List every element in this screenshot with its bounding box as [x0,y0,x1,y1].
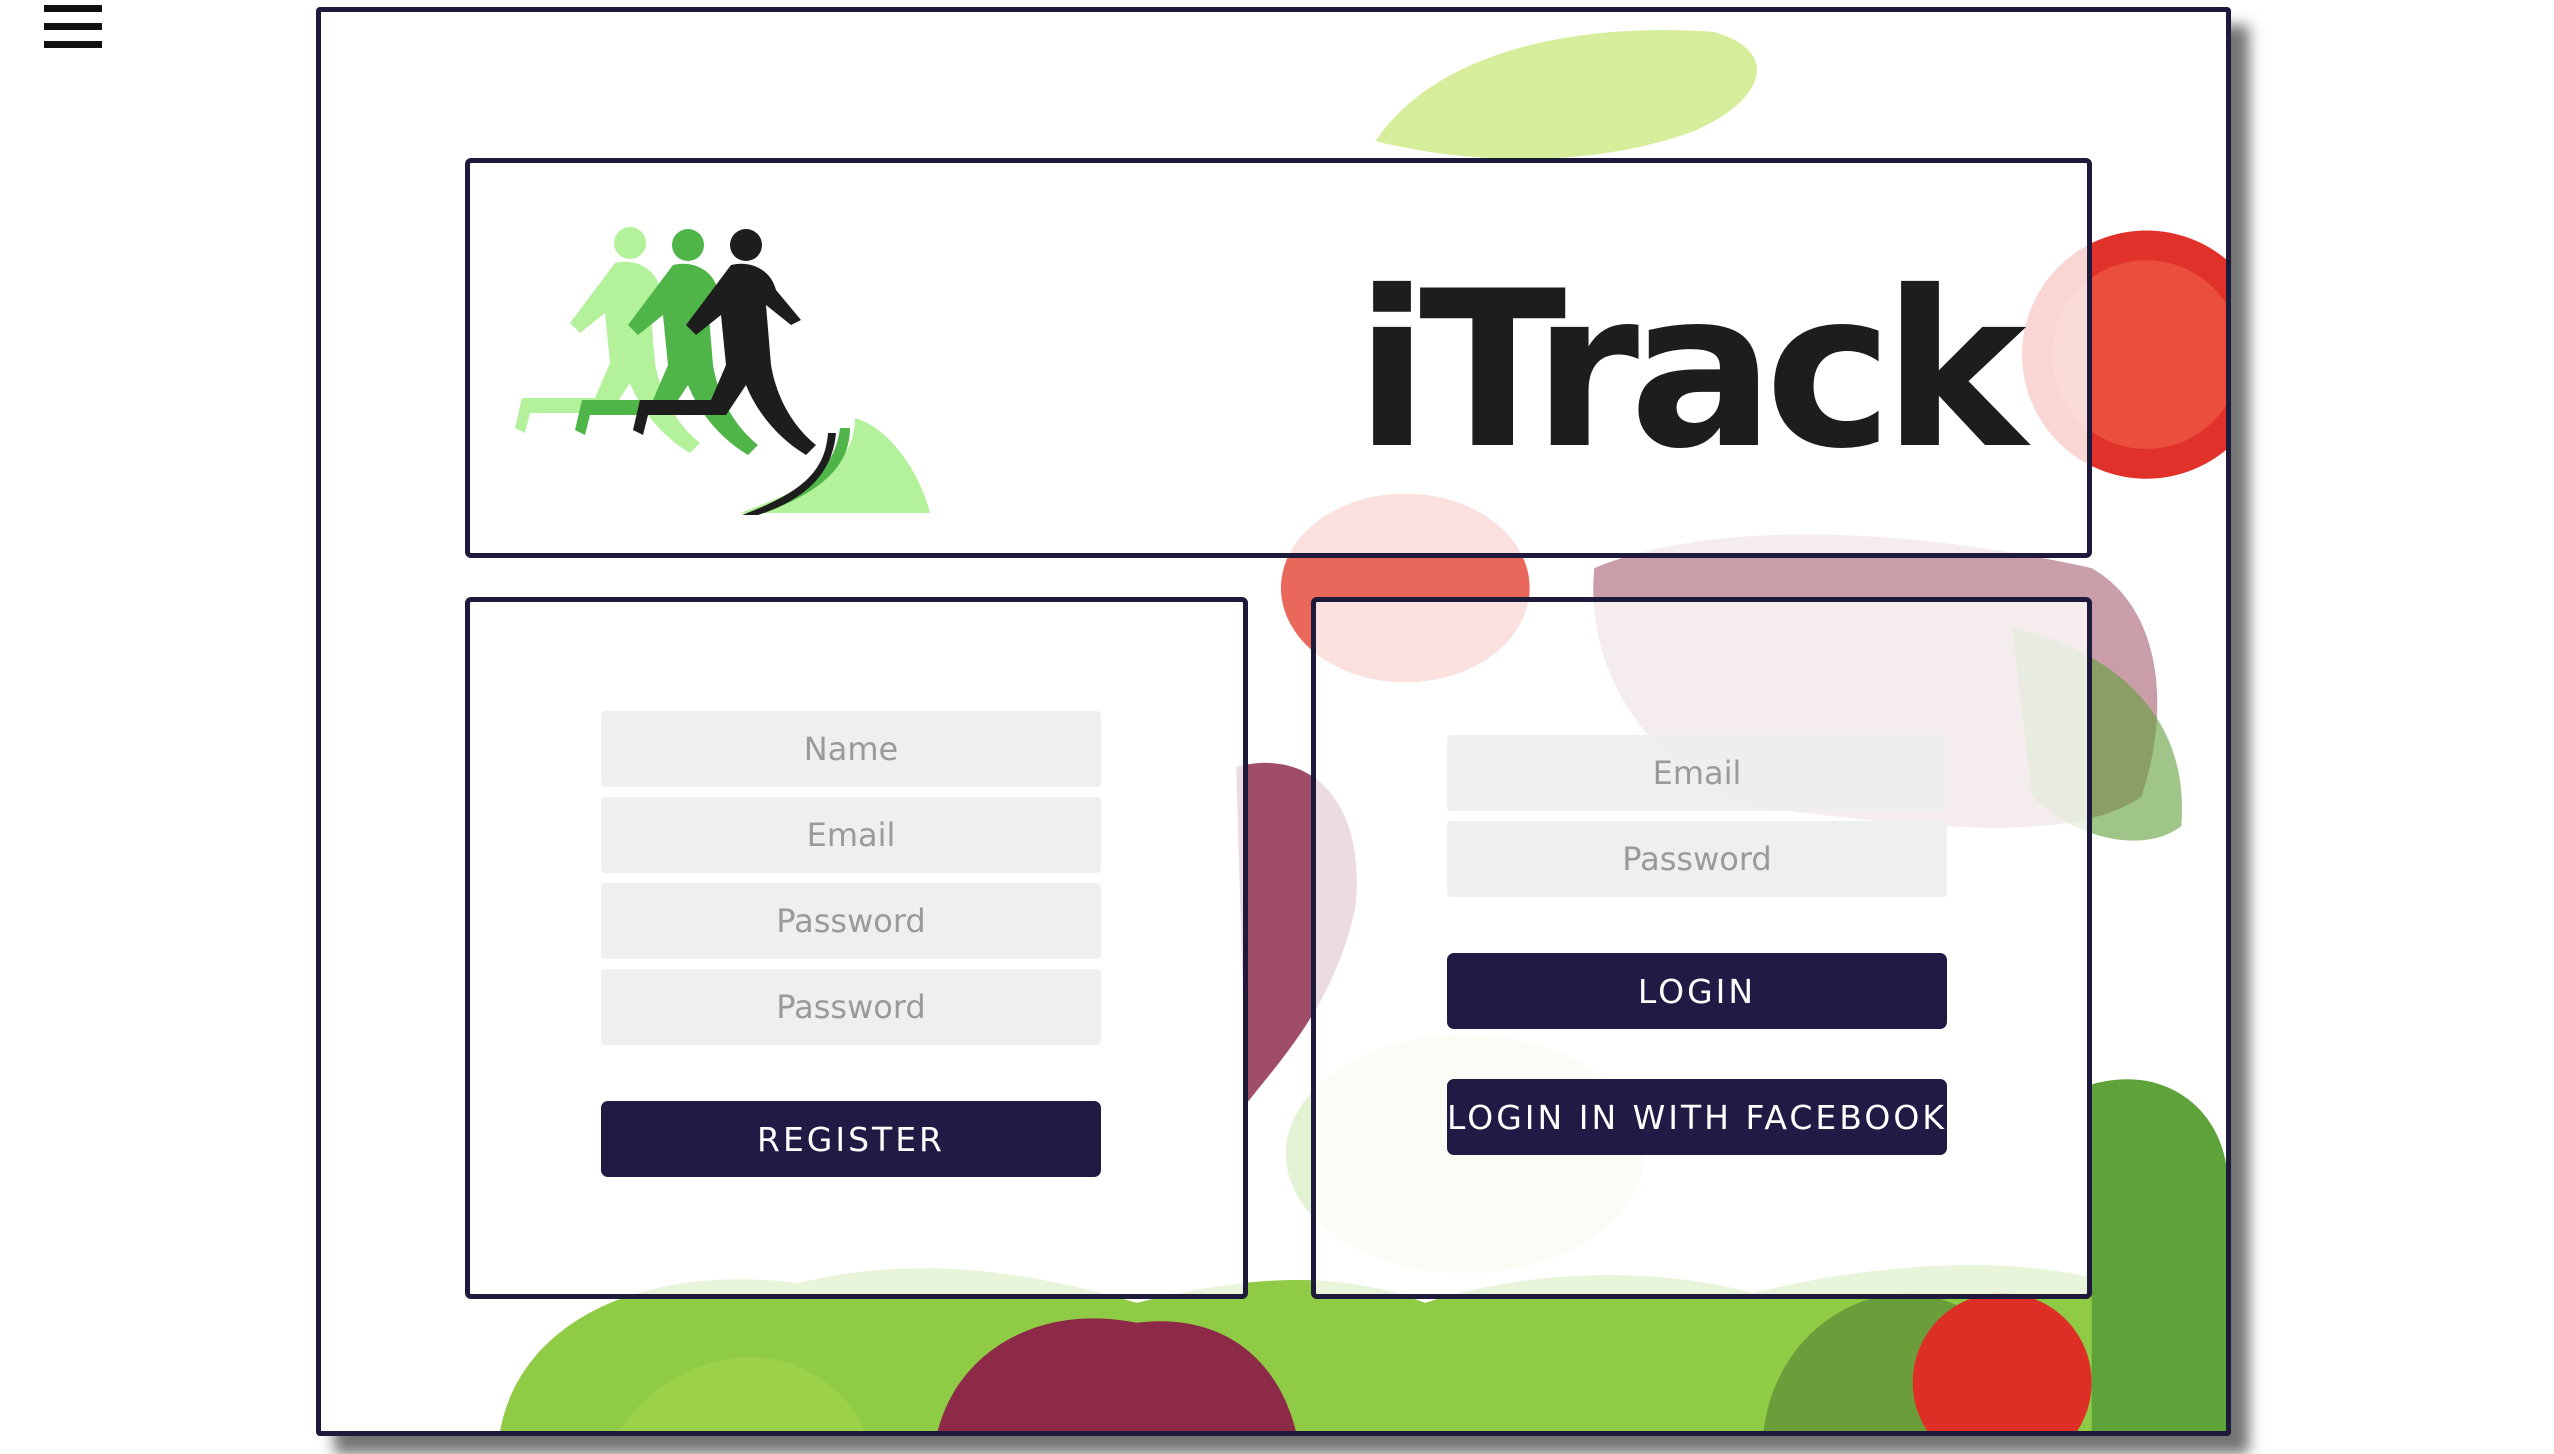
login-password-input[interactable] [1447,821,1947,897]
login-email-input[interactable] [1447,735,1947,811]
register-panel: REGISTER [465,597,1248,1299]
register-password-input[interactable] [601,883,1101,959]
login-button[interactable]: LOGIN [1447,953,1947,1029]
register-email-input[interactable] [601,797,1101,873]
login-panel: LOGIN LOGIN IN WITH FACEBOOK [1311,597,2092,1299]
register-confirm-password-input[interactable] [601,969,1101,1045]
hamburger-line [44,23,102,30]
brand-title: iTrack [1355,245,2027,496]
register-button[interactable]: REGISTER [601,1101,1101,1177]
header-panel: iTrack [465,158,2092,558]
hamburger-line [44,41,102,48]
login-facebook-button[interactable]: LOGIN IN WITH FACEBOOK [1447,1079,1947,1155]
hamburger-line [44,5,102,12]
register-name-input[interactable] [601,711,1101,787]
hamburger-menu-icon[interactable] [44,2,104,50]
running-figures-logo-icon [515,227,930,515]
main-frame: iTrack REGISTER LOGIN LOGIN IN WITH FACE… [316,7,2231,1436]
